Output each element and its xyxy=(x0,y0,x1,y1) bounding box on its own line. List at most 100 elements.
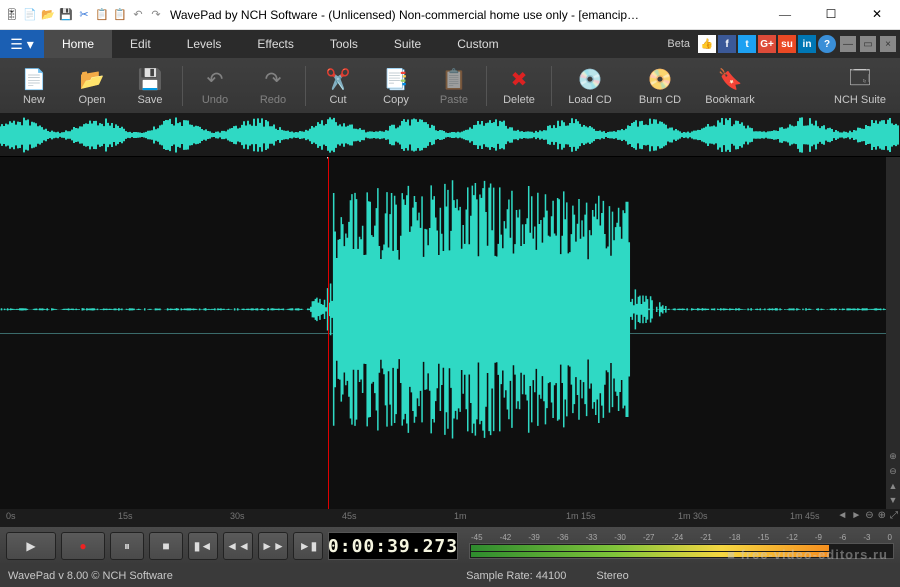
main-waveform-area[interactable]: ▼ ⊕ ⊖ ▲ ▼ xyxy=(0,157,900,509)
timecode-display: 0:00:39.273 xyxy=(328,532,458,560)
timeline-tick: 1m xyxy=(454,511,467,521)
new-doc-icon[interactable]: 📄 xyxy=(22,7,38,23)
skip-end-button[interactable]: ►▮ xyxy=(293,532,323,560)
meter-scale: -45-42-39-36 -33-30-27-24 -21-18-15-12 -… xyxy=(469,533,894,543)
arrow-right-icon[interactable]: ► xyxy=(851,510,861,521)
timeline-tick: 0s xyxy=(6,511,16,521)
undo-arrow-icon: ↶ xyxy=(201,66,229,94)
vertical-scrollbar[interactable]: ⊕ ⊖ ▲ ▼ xyxy=(886,157,900,509)
status-samplerate: Sample Rate: 44100 xyxy=(466,570,566,582)
folder-open-icon: 📂 xyxy=(78,66,106,94)
redo-button[interactable]: ↷Redo xyxy=(245,60,301,112)
close-inner-button[interactable]: × xyxy=(880,36,896,52)
zoom-in-vert-icon[interactable]: ⊕ xyxy=(889,451,897,462)
timeline-tools: ◄ ► ⊖ ⊕ ⤢ xyxy=(837,510,898,521)
tab-effects[interactable]: Effects xyxy=(239,30,311,58)
window-controls: — ☐ ✕ xyxy=(762,0,900,30)
facebook-icon[interactable]: f xyxy=(718,35,736,53)
overview-wave-svg xyxy=(0,113,900,157)
undo-button[interactable]: ↶Undo xyxy=(187,60,243,112)
tab-suite[interactable]: Suite xyxy=(376,30,439,58)
linkedin-icon[interactable]: in xyxy=(798,35,816,53)
timeline-tick: 1m 15s xyxy=(566,511,596,521)
undo-icon[interactable]: ↶ xyxy=(130,7,146,23)
hamburger-menu[interactable]: ☰ ▾ xyxy=(0,30,44,58)
googleplus-icon[interactable]: G+ xyxy=(758,35,776,53)
timeline-tick: 1m 30s xyxy=(678,511,708,521)
titlebar: 🎚 📄 📂 💾 ✂ 📋 📋 ↶ ↷ WavePad by NCH Softwar… xyxy=(0,0,900,30)
tab-tools[interactable]: Tools xyxy=(312,30,376,58)
maximize-button[interactable]: ☐ xyxy=(808,0,854,30)
tab-custom[interactable]: Custom xyxy=(439,30,516,58)
tab-edit[interactable]: Edit xyxy=(112,30,169,58)
play-button[interactable]: ▶ xyxy=(6,532,56,560)
cut-button[interactable]: ✂️Cut xyxy=(310,60,366,112)
level-meter: -45-42-39-36 -33-30-27-24 -21-18-15-12 -… xyxy=(469,531,894,561)
tab-home[interactable]: Home xyxy=(44,30,112,58)
minimize-button[interactable]: — xyxy=(762,0,808,30)
cut-icon[interactable]: ✂ xyxy=(76,7,92,23)
forward-button[interactable]: ►► xyxy=(258,532,288,560)
playhead-line[interactable] xyxy=(328,157,329,509)
save-icon[interactable]: 💾 xyxy=(58,7,74,23)
stumbleupon-icon[interactable]: su xyxy=(778,35,796,53)
redo-icon[interactable]: ↷ xyxy=(148,7,164,23)
watermark-text: ■ free-video-editors.ru xyxy=(727,547,888,562)
scroll-up-icon[interactable]: ▲ xyxy=(889,481,898,491)
delete-button[interactable]: ✖Delete xyxy=(491,60,547,112)
record-button[interactable]: ● xyxy=(61,532,105,560)
toolbar: 📄New 📂Open 💾Save ↶Undo ↷Redo ✂️Cut 📑Copy… xyxy=(0,58,900,113)
floppy-icon: 💾 xyxy=(136,66,164,94)
burn-cd-button[interactable]: 📀Burn CD xyxy=(626,60,694,112)
restore-inner-button[interactable]: ▭ xyxy=(860,36,876,52)
scroll-down-icon[interactable]: ▼ xyxy=(889,495,898,505)
load-cd-button[interactable]: 💿Load CD xyxy=(556,60,624,112)
like-icon[interactable]: 👍 xyxy=(698,35,716,53)
rewind-button[interactable]: ◄◄ xyxy=(223,532,253,560)
pause-button[interactable]: ⏸ xyxy=(110,532,144,560)
tab-levels[interactable]: Levels xyxy=(169,30,240,58)
clipboard-icon: 📋 xyxy=(440,66,468,94)
minimize-inner-button[interactable]: — xyxy=(840,36,856,52)
arrow-left-icon[interactable]: ◄ xyxy=(837,510,847,521)
delete-x-icon: ✖ xyxy=(505,66,533,94)
beta-label[interactable]: Beta xyxy=(667,38,690,50)
zoom-out-icon[interactable]: ⊖ xyxy=(865,510,873,521)
zoom-out-vert-icon[interactable]: ⊖ xyxy=(889,466,897,477)
status-version: WavePad v 8.00 © NCH Software xyxy=(8,570,173,582)
close-button[interactable]: ✕ xyxy=(854,0,900,30)
paste-button[interactable]: 📋Paste xyxy=(426,60,482,112)
save-button[interactable]: 💾Save xyxy=(122,60,178,112)
help-icon[interactable]: ? xyxy=(818,35,836,53)
timeline-tick: 1m 45s xyxy=(790,511,820,521)
timeline-tick: 15s xyxy=(118,511,133,521)
cd-load-icon: 💿 xyxy=(576,66,604,94)
new-file-icon: 📄 xyxy=(20,66,48,94)
main-wave-svg xyxy=(0,157,900,462)
menubar-right: Beta 👍 f t G+ su in ? — ▭ × xyxy=(667,30,900,58)
suite-icon: 🗔 xyxy=(846,66,874,94)
zoom-fit-icon[interactable]: ⤢ xyxy=(890,510,898,521)
nch-suite-button[interactable]: 🗔NCH Suite xyxy=(826,60,894,112)
bookmark-button[interactable]: 🔖Bookmark xyxy=(696,60,764,112)
paste-icon[interactable]: 📋 xyxy=(112,7,128,23)
status-channels: Stereo xyxy=(596,570,628,582)
menu-tabs: Home Edit Levels Effects Tools Suite Cus… xyxy=(44,30,517,58)
window-title: WavePad by NCH Software - (Unlicensed) N… xyxy=(164,8,762,22)
new-button[interactable]: 📄New xyxy=(6,60,62,112)
twitter-icon[interactable]: t xyxy=(738,35,756,53)
stop-button[interactable]: ■ xyxy=(149,532,183,560)
copy-icon[interactable]: 📋 xyxy=(94,7,110,23)
menubar: ☰ ▾ Home Edit Levels Effects Tools Suite… xyxy=(0,30,900,58)
transport-bar: ▶ ● ⏸ ■ ▮◄ ◄◄ ►► ►▮ 0:00:39.273 -45-42-3… xyxy=(0,527,900,565)
zoom-in-icon[interactable]: ⊕ xyxy=(878,510,886,521)
copy-button[interactable]: 📑Copy xyxy=(368,60,424,112)
timeline-ruler[interactable]: 0s 15s 30s 45s 1m 1m 15s 1m 30s 1m 45s ◄… xyxy=(0,509,900,527)
app-icon: 🎚 xyxy=(4,7,20,23)
overview-waveform[interactable] xyxy=(0,113,900,157)
open-button[interactable]: 📂Open xyxy=(64,60,120,112)
quick-toolbar: 🎚 📄 📂 💾 ✂ 📋 📋 ↶ ↷ xyxy=(4,7,164,23)
skip-start-button[interactable]: ▮◄ xyxy=(188,532,218,560)
open-icon[interactable]: 📂 xyxy=(40,7,56,23)
timeline-tick: 30s xyxy=(230,511,245,521)
